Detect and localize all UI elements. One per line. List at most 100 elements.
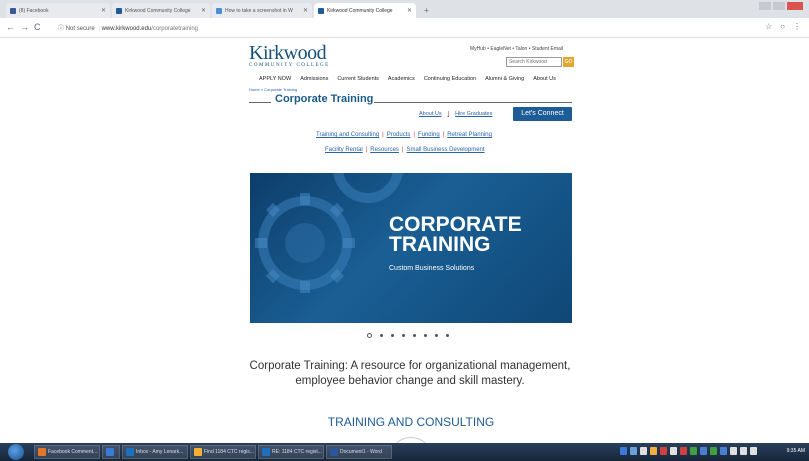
close-icon[interactable]: ✕ <box>303 7 308 14</box>
new-tab-label: + <box>424 6 429 15</box>
volume-icon[interactable] <box>750 447 757 455</box>
taskbar-item-app[interactable] <box>102 445 120 459</box>
kirkwood-icon <box>116 7 122 14</box>
taskbar-item-find[interactable]: Find 1184 CTC regis... <box>190 445 256 459</box>
kirkwood-logo[interactable]: Kirkwood COMMUNITY COLLEGE <box>249 43 330 68</box>
nav-current-students[interactable]: Current Students <box>337 76 379 82</box>
tray-icon[interactable] <box>670 447 677 455</box>
tray-icon[interactable] <box>620 447 627 455</box>
tray-icon[interactable] <box>660 447 667 455</box>
page-content: Kirkwood COMMUNITY COLLEGE MyHub • Eagle… <box>0 39 809 443</box>
back-icon[interactable]: ← <box>6 22 15 32</box>
search-input[interactable] <box>506 57 562 67</box>
nav-about-us[interactable]: About Us <box>533 76 556 82</box>
secondary-links: About Us | Hire Graduates <box>419 111 492 117</box>
heading-divider-right <box>374 102 572 103</box>
tab-kirkwood-1[interactable]: Kirkwood Community College ✕ <box>112 3 210 18</box>
address-bar: ← → C ⓘ Not secure | www.kirkwood.edu/co… <box>0 18 809 38</box>
bookmark-star-icon[interactable]: ☆ <box>765 22 772 31</box>
tray-icon[interactable] <box>690 447 697 455</box>
link-training-consulting[interactable]: Training and Consulting <box>316 132 379 138</box>
tray-icon[interactable] <box>730 447 737 455</box>
clock[interactable]: 9:35 AM <box>787 448 805 454</box>
url-field[interactable]: ⓘ Not secure | www.kirkwood.edu/corporat… <box>58 23 198 32</box>
search-go-button[interactable]: GO <box>563 57 574 67</box>
taskbar: Facebook Comment... Inbox - Amy Lenark..… <box>0 443 809 461</box>
close-icon[interactable]: ✕ <box>201 7 206 14</box>
carousel-dot[interactable] <box>435 334 438 337</box>
section-links-row-1: Training and Consulting | Products | Funding… <box>316 132 492 138</box>
nav-admissions[interactable]: Admissions <box>300 76 328 82</box>
start-button[interactable] <box>8 444 24 460</box>
outlook-icon <box>262 448 270 456</box>
carousel-dot[interactable] <box>446 334 449 337</box>
network-icon[interactable] <box>740 447 747 455</box>
app-icon <box>106 448 114 456</box>
taskbar-item-word[interactable]: Document1 - Word <box>326 445 392 459</box>
tray-icon[interactable] <box>700 447 707 455</box>
tab-screenshot-howto[interactable]: How to take a screenshot in W ✕ <box>212 3 312 18</box>
link-separator: | <box>382 132 384 138</box>
tray-icon[interactable] <box>650 447 657 455</box>
tray-icon[interactable] <box>630 447 637 455</box>
logo-subtitle: COMMUNITY COLLEGE <box>249 63 330 68</box>
kirkwood-icon <box>318 7 324 14</box>
taskbar-item-outlook-inbox[interactable]: Inbox - Amy Lenark... <box>122 445 188 459</box>
carousel-dot[interactable] <box>424 334 427 337</box>
security-label: Not secure <box>65 26 95 32</box>
link-facility-rental[interactable]: Facility Rental <box>325 147 363 153</box>
reload-icon[interactable]: C <box>34 22 41 32</box>
carousel-dot[interactable] <box>413 334 416 337</box>
window-controls <box>759 2 803 10</box>
nav-alumni-giving[interactable]: Alumni & Giving <box>485 76 524 82</box>
taskbar-item-email-reply[interactable]: RE: 1184 CTC regist... <box>258 445 324 459</box>
section-links-row-2: Facility Rental | Resources | Small Business… <box>325 147 485 153</box>
menu-icon[interactable]: ⋮ <box>793 22 801 31</box>
browser-tab-bar: (8) Facebook ✕ Kirkwood Community Colleg… <box>0 0 809 18</box>
tab-kirkwood-active[interactable]: Kirkwood Community College ✕ <box>314 3 416 18</box>
lets-connect-button[interactable]: Let's Connect <box>513 107 572 121</box>
new-tab-button[interactable]: + <box>420 3 480 18</box>
link-funding[interactable]: Funding <box>418 132 440 138</box>
tray-icon[interactable] <box>680 447 687 455</box>
taskbar-label: Inbox - Amy Lenark... <box>136 449 184 455</box>
close-icon[interactable]: ✕ <box>101 7 106 14</box>
nav-academics[interactable]: Academics <box>388 76 415 82</box>
tray-icon[interactable] <box>640 447 647 455</box>
minimize-button[interactable] <box>759 2 771 10</box>
taskbar-item-facebook[interactable]: Facebook Comment... <box>34 445 100 459</box>
maximize-button[interactable] <box>773 2 785 10</box>
outlook-icon <box>126 448 134 456</box>
page-icon <box>216 7 222 14</box>
url-host: www.kirkwood.edu <box>101 26 152 32</box>
link-products[interactable]: Products <box>387 132 411 138</box>
hire-graduates-link[interactable]: Hire Graduates <box>455 111 492 117</box>
nav-continuing-education[interactable]: Continuing Education <box>424 76 476 82</box>
breadcrumb[interactable]: Home » Corporate Training <box>249 87 297 92</box>
about-us-link[interactable]: About Us <box>419 111 442 117</box>
tab-facebook[interactable]: (8) Facebook ✕ <box>6 3 110 18</box>
nav-apply-now[interactable]: APPLY NOW <box>259 76 291 82</box>
page-title: Corporate Training <box>275 93 374 105</box>
window-close-button[interactable] <box>787 2 803 10</box>
folder-icon <box>194 448 202 456</box>
taskbar-label: RE: 1184 CTC regist... <box>272 449 322 455</box>
hero-subtitle: Custom Business Solutions <box>389 265 475 272</box>
extension-icon[interactable]: ○ <box>780 22 785 31</box>
carousel-dot[interactable] <box>402 334 405 337</box>
link-retreat-planning[interactable]: Retreat Planning <box>447 132 492 138</box>
carousel-dot[interactable] <box>391 334 394 337</box>
hero-title-line2: TRAINING <box>389 233 491 256</box>
link-resources[interactable]: Resources <box>370 147 399 153</box>
carousel-dot[interactable] <box>367 333 372 338</box>
utility-links[interactable]: MyHub • EagleNet • Talon • Student Email <box>470 46 563 52</box>
link-small-business-development[interactable]: Small Business Development <box>407 147 485 153</box>
section-heading: TRAINING AND CONSULTING <box>327 415 495 429</box>
tray-icon[interactable] <box>720 447 727 455</box>
hero-banner[interactable]: CORPORATE TRAINING Custom Business Solut… <box>250 173 572 323</box>
forward-icon[interactable]: → <box>20 22 29 32</box>
carousel-dot[interactable] <box>380 334 383 337</box>
info-icon[interactable]: ⓘ <box>58 26 64 32</box>
tray-icon[interactable] <box>710 447 717 455</box>
close-icon[interactable]: ✕ <box>407 7 412 14</box>
